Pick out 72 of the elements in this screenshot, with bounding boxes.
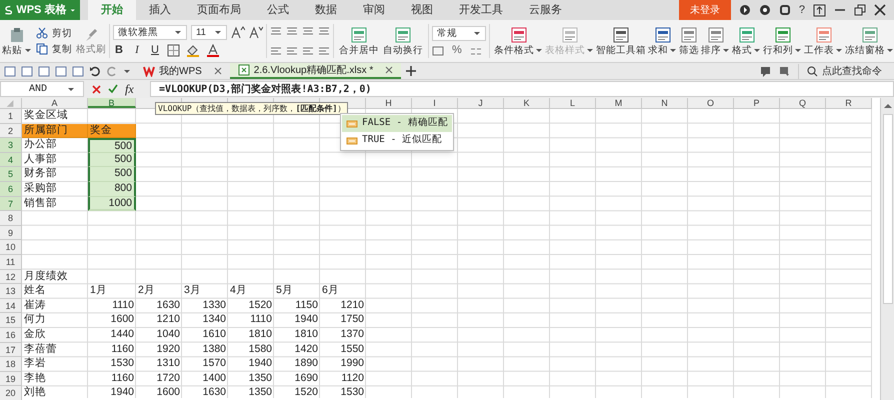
table-cell-text: 1520 <box>294 386 319 400</box>
selected-cell: 500 <box>88 152 136 168</box>
table-cell-text: 1810 <box>248 328 273 342</box>
selected-cell: 500 <box>88 167 136 182</box>
selected-cell: 500 <box>88 138 136 153</box>
table-cell-text: 财务部 <box>23 167 58 182</box>
table-cell-text: 1110 <box>249 313 273 328</box>
paste-label: 粘贴 <box>2 44 22 56</box>
table-cell-text: 1110 <box>111 298 135 313</box>
table-cell-text: 李蓓蕾 <box>23 342 58 356</box>
table-cell-text: 金欣 <box>23 328 47 342</box>
table-cell-text: 1120 <box>340 372 365 386</box>
table-cell-text: 1580 <box>248 342 273 356</box>
table-cell-text: 1530 <box>110 357 135 372</box>
table-cell-text: 1350 <box>248 386 273 400</box>
table-cell-text: 姓名 <box>23 284 47 298</box>
table-cell-text: 1610 <box>202 328 227 342</box>
table-cell-text: 1550 <box>340 342 365 356</box>
table-cell-text: 销售部 <box>23 196 58 211</box>
table-cell-text: 1690 <box>294 372 319 386</box>
table-cell-text: 1150 <box>294 298 319 313</box>
table-cell-text: 1310 <box>156 357 181 372</box>
table-cell-text: 1570 <box>202 357 227 372</box>
table-cell-text: 1月 <box>89 284 108 298</box>
table-cell-text: 李艳 <box>23 372 47 386</box>
table-cell-text: 1350 <box>248 372 273 386</box>
table-cell-text: 1160 <box>110 372 135 386</box>
table-cell-text: 1210 <box>340 298 365 313</box>
function-tooltip: VLOOKUP（查找值，数据表，列序数，[匹配条件]） <box>155 102 348 115</box>
table-cell-text: 1440 <box>110 328 135 342</box>
table-cell-text: 人事部 <box>23 152 58 167</box>
table-cell-text: 刘艳 <box>23 386 47 400</box>
table-cell-text: 李岩 <box>23 357 47 372</box>
table-cell-text: 奖金区域 <box>23 109 69 123</box>
table-cell-text: 何力 <box>23 313 47 328</box>
table-cell-text: 1040 <box>156 328 181 342</box>
table-cell-text: 2月 <box>137 284 156 298</box>
selected-cell: 800 <box>88 182 136 197</box>
selected-cell: 1000 <box>88 196 136 212</box>
table-cell: 奖金 <box>88 124 136 138</box>
table-cell-text: 1370 <box>340 328 365 342</box>
table-cell-text: 1920 <box>156 342 181 356</box>
table-cell-text: 1750 <box>340 313 365 328</box>
table-cell-text: 1160 <box>110 342 135 356</box>
table-cell-text: 1600 <box>156 386 181 400</box>
table-cell-text: 1400 <box>202 372 227 386</box>
table-cell: 所属部门 <box>22 124 88 138</box>
table-cell-text: 1420 <box>294 342 319 356</box>
table-cell-text: 1380 <box>202 342 227 356</box>
table-cell-text: 采购部 <box>23 182 58 196</box>
table-cell-text: 6月 <box>321 284 340 298</box>
table-cell-text: 1600 <box>110 313 135 328</box>
table-cell-text: 办公部 <box>23 138 58 152</box>
table-cell-text: 4月 <box>229 284 248 298</box>
table-cell-text: 1990 <box>340 357 365 372</box>
table-cell-text: 1890 <box>294 357 319 372</box>
table-cell-text: 1630 <box>156 298 181 313</box>
table-cell-text: 5月 <box>275 284 294 298</box>
table-cell-text: 月度绩效 <box>23 270 69 284</box>
table-cell-text: 1940 <box>294 313 319 328</box>
table-cell-text: 1210 <box>156 313 181 328</box>
table-cell-text: 1630 <box>202 386 227 400</box>
table-cell-text: 3月 <box>183 284 202 298</box>
table-cell-text: 崔涛 <box>23 298 47 313</box>
table-cell-text: 1530 <box>340 386 365 400</box>
table-cell-text: 1940 <box>110 386 135 400</box>
table-cell-text: 1940 <box>248 357 273 372</box>
table-cell-text: 1330 <box>202 298 227 313</box>
table-cell-text: 1520 <box>248 298 273 313</box>
table-cell-text: 1720 <box>156 372 181 386</box>
table-cell-text: 1810 <box>294 328 319 342</box>
table-cell-text: 1340 <box>202 313 227 328</box>
